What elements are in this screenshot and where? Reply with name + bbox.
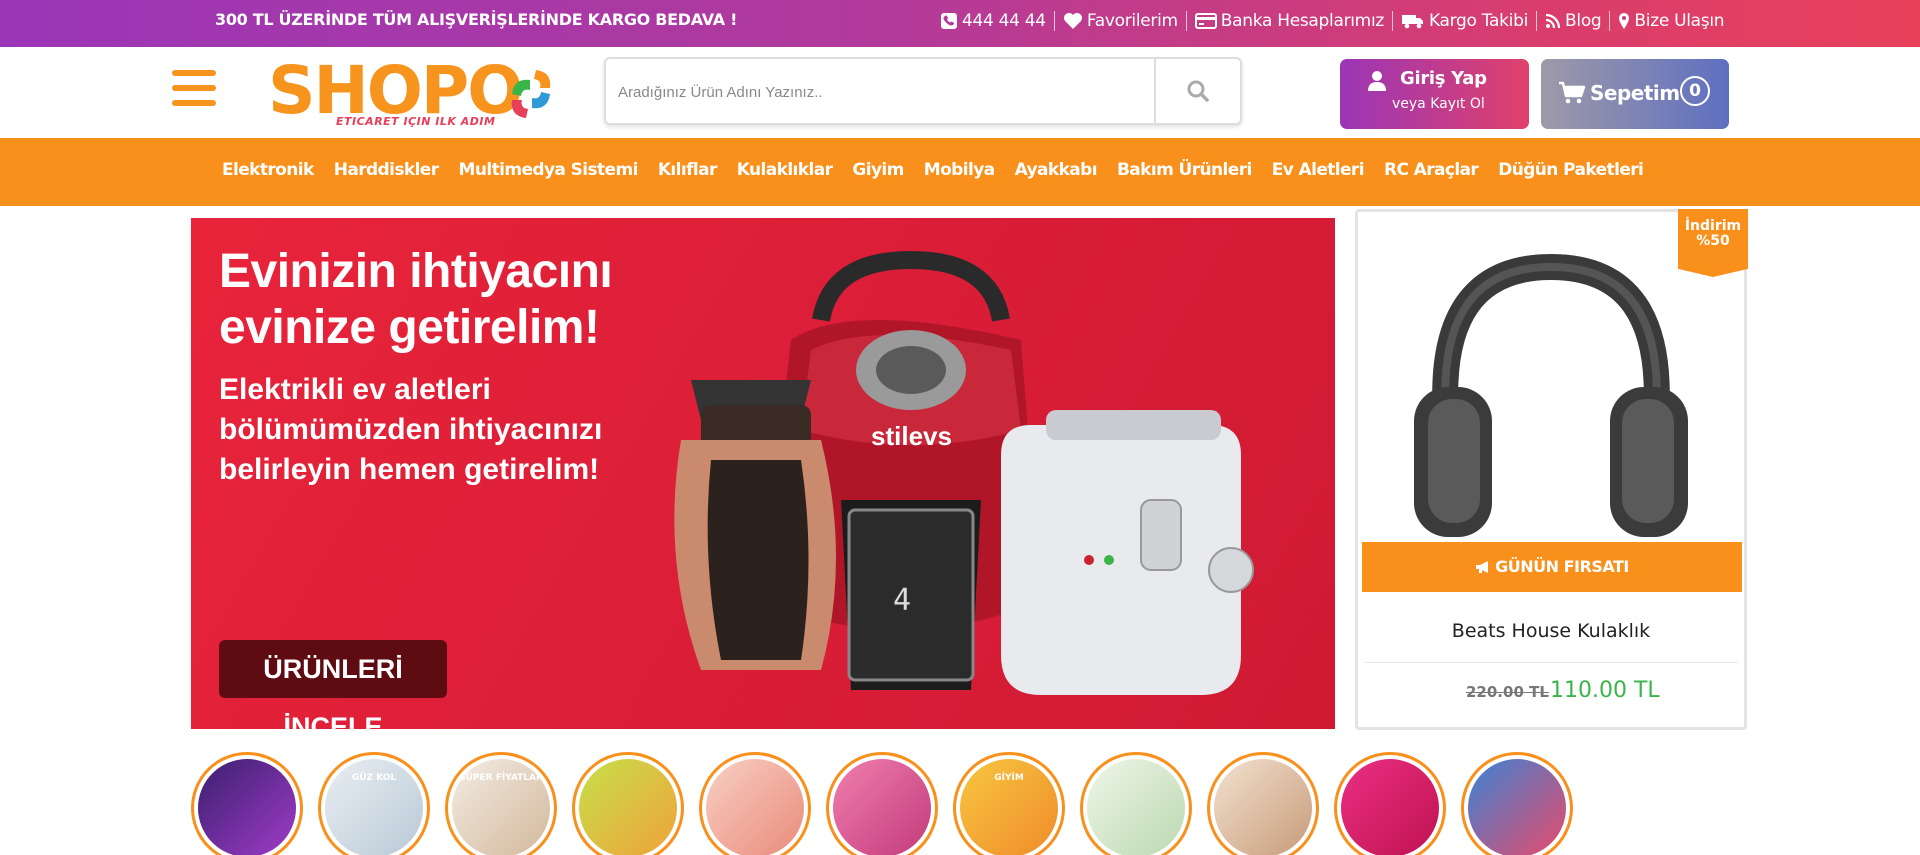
story-circle[interactable] (826, 752, 938, 855)
nav-item-ayakkabi[interactable]: Ayakkabı (1015, 160, 1098, 180)
nav-item-kulakliklar[interactable]: Kulaklıklar (737, 160, 833, 180)
deal-divider (1364, 662, 1738, 663)
menu-hamburger-icon[interactable] (172, 70, 216, 108)
logo-mark-icon (511, 70, 551, 118)
banner-cta-button[interactable]: ÜRÜNLERİ İNCELE (219, 640, 447, 729)
panel-digit-text: 4 (893, 583, 911, 618)
search-button[interactable] (1154, 59, 1240, 123)
story-thumbnail (1087, 759, 1185, 855)
search-icon (1187, 80, 1209, 102)
nav-item-giyim[interactable]: Giyim (852, 160, 904, 180)
story-caption: GİYİM (994, 773, 1024, 783)
story-circle[interactable]: SÜPER FİYATLAR (445, 752, 557, 855)
discount-label: İndirim (1684, 218, 1742, 234)
free-shipping-promo: 300 TL ÜZERİNDE TÜM ALIŞVERİŞLERİNDE KAR… (215, 10, 738, 29)
story-circle[interactable] (699, 752, 811, 855)
search-input[interactable] (618, 77, 1148, 107)
story-circle[interactable] (1334, 752, 1446, 855)
top-bar: 300 TL ÜZERİNDE TÜM ALIŞVERİŞLERİNDE KAR… (0, 0, 1920, 47)
cart-button[interactable]: Sepetim 0 (1541, 59, 1729, 129)
fryer-image (1001, 410, 1254, 695)
logo-tagline: ETICARET IÇIN ILK ADIM (336, 115, 496, 128)
rss-icon (1545, 13, 1561, 29)
cargo-tracking-link[interactable]: Kargo Takibi (1393, 11, 1538, 31)
hero-banner[interactable]: Evinizin ihtiyacını evinize getirelim! E… (191, 218, 1335, 729)
story-circle[interactable] (1461, 752, 1573, 855)
story-circle[interactable] (572, 752, 684, 855)
story-thumbnail (833, 759, 931, 855)
story-circle[interactable] (191, 752, 303, 855)
login-button[interactable]: Giriş Yap veya Kayıt Ol (1340, 59, 1529, 129)
nav-item-bakim-urunleri[interactable]: Bakım Ürünleri (1117, 160, 1252, 180)
deal-product-name[interactable]: Beats House Kulaklık (1358, 620, 1744, 642)
cargo-tracking-label: Kargo Takibi (1429, 11, 1529, 31)
bank-accounts-link[interactable]: Banka Hesaplarımız (1187, 11, 1393, 31)
appliances-image: stilevs 4 (674, 250, 1254, 695)
banner-headline: Evinizin ihtiyacını evinize getirelim! (219, 244, 613, 356)
deal-old-price: 220.00 TL (1466, 683, 1549, 701)
truck-icon (1402, 15, 1423, 29)
favorites-label: Favorilerim (1086, 11, 1178, 31)
megaphone-icon (1476, 561, 1489, 573)
deal-new-price: 110.00 TL (1550, 678, 1660, 703)
banner-headline-line2: evinize getirelim! (219, 301, 600, 354)
deal-of-the-day-button[interactable]: GÜNÜN FIRSATI (1362, 542, 1742, 592)
blog-link[interactable]: Blog (1537, 11, 1611, 31)
story-circles: GÜZ KOL SÜPER FİYATLAR GİYİM (191, 752, 1588, 855)
bank-accounts-label: Banka Hesaplarımız (1220, 11, 1385, 31)
nav-item-ev-aletleri[interactable]: Ev Aletleri (1272, 160, 1365, 180)
story-circle[interactable] (1080, 752, 1192, 855)
story-circle[interactable]: GÜZ KOL (318, 752, 430, 855)
contact-label: Bize Ulaşın (1634, 11, 1725, 31)
story-circle[interactable]: GİYİM (953, 752, 1065, 855)
story-thumbnail (198, 759, 296, 855)
register-subtitle: veya Kayıt Ol (1392, 96, 1485, 112)
search-box (604, 57, 1242, 125)
story-thumbnail (1341, 759, 1439, 855)
category-nav: Elektronik Harddiskler Multimedya Sistem… (0, 138, 1920, 206)
cart-count-badge: 0 (1680, 76, 1710, 106)
map-pin-icon (1619, 13, 1630, 29)
story-thumbnail (579, 759, 677, 855)
banner-subtext-line1: Elektrikli ev aletleri (219, 373, 491, 406)
phone-icon (941, 13, 957, 29)
nav-item-rc-araclar[interactable]: RC Araçlar (1384, 160, 1479, 180)
story-thumbnail: GÜZ KOL (325, 759, 423, 855)
contact-link[interactable]: Bize Ulaşın (1610, 11, 1732, 31)
favorites-link[interactable]: Favorilerim (1055, 11, 1187, 31)
login-title: Giriş Yap (1400, 68, 1487, 89)
nav-item-multimedya[interactable]: Multimedya Sistemi (459, 160, 639, 180)
vacuum-brand-text: stilevs (871, 421, 952, 451)
deal-of-the-day-label: GÜNÜN FIRSATI (1495, 557, 1629, 576)
cart-label: Sepetim (1590, 81, 1680, 105)
story-thumbnail (1214, 759, 1312, 855)
nav-item-mobilya[interactable]: Mobilya (924, 160, 995, 180)
story-thumbnail (1468, 759, 1566, 855)
story-thumbnail (706, 759, 804, 855)
phone-link[interactable]: 444 44 44 (932, 11, 1055, 31)
story-caption: GÜZ KOL (351, 773, 397, 783)
nav-item-elektronik[interactable]: Elektronik (222, 160, 314, 180)
site-logo[interactable]: SHOPO ETICARET IÇIN ILK ADIM (268, 52, 558, 130)
nav-item-kiliflar[interactable]: Kılıflar (658, 160, 718, 180)
story-circle[interactable] (1207, 752, 1319, 855)
story-thumbnail: GİYİM (960, 759, 1058, 855)
story-thumbnail: SÜPER FİYATLAR (452, 759, 550, 855)
top-links: 444 44 44 Favorilerim Banka Hesaplarımız… (932, 9, 1732, 33)
user-icon (1368, 71, 1386, 91)
credit-card-icon (1194, 13, 1217, 29)
shopping-cart-icon (1559, 81, 1586, 104)
banner-subtext-line3: belirleyin hemen getirelim! (219, 453, 600, 486)
nav-item-dugun-paketleri[interactable]: Düğün Paketleri (1498, 160, 1644, 180)
blog-label: Blog (1565, 11, 1602, 31)
phone-number: 444 44 44 (962, 11, 1046, 31)
banner-subtext-line2: bölümümüzden ihtiyacınızı (219, 413, 603, 446)
headphones-image (1414, 253, 1688, 537)
heart-icon (1063, 13, 1082, 29)
banner-subtext: Elektrikli ev aletleri bölümümüzden ihti… (219, 370, 602, 490)
nav-item-harddiskler[interactable]: Harddiskler (334, 160, 439, 180)
deal-of-the-day-card[interactable]: İndirim %50 GÜNÜN FIRSATI Beats House Ku… (1355, 209, 1748, 730)
banner-headline-line1: Evinizin ihtiyacını (219, 245, 613, 298)
story-caption: SÜPER FİYATLAR (459, 773, 543, 783)
